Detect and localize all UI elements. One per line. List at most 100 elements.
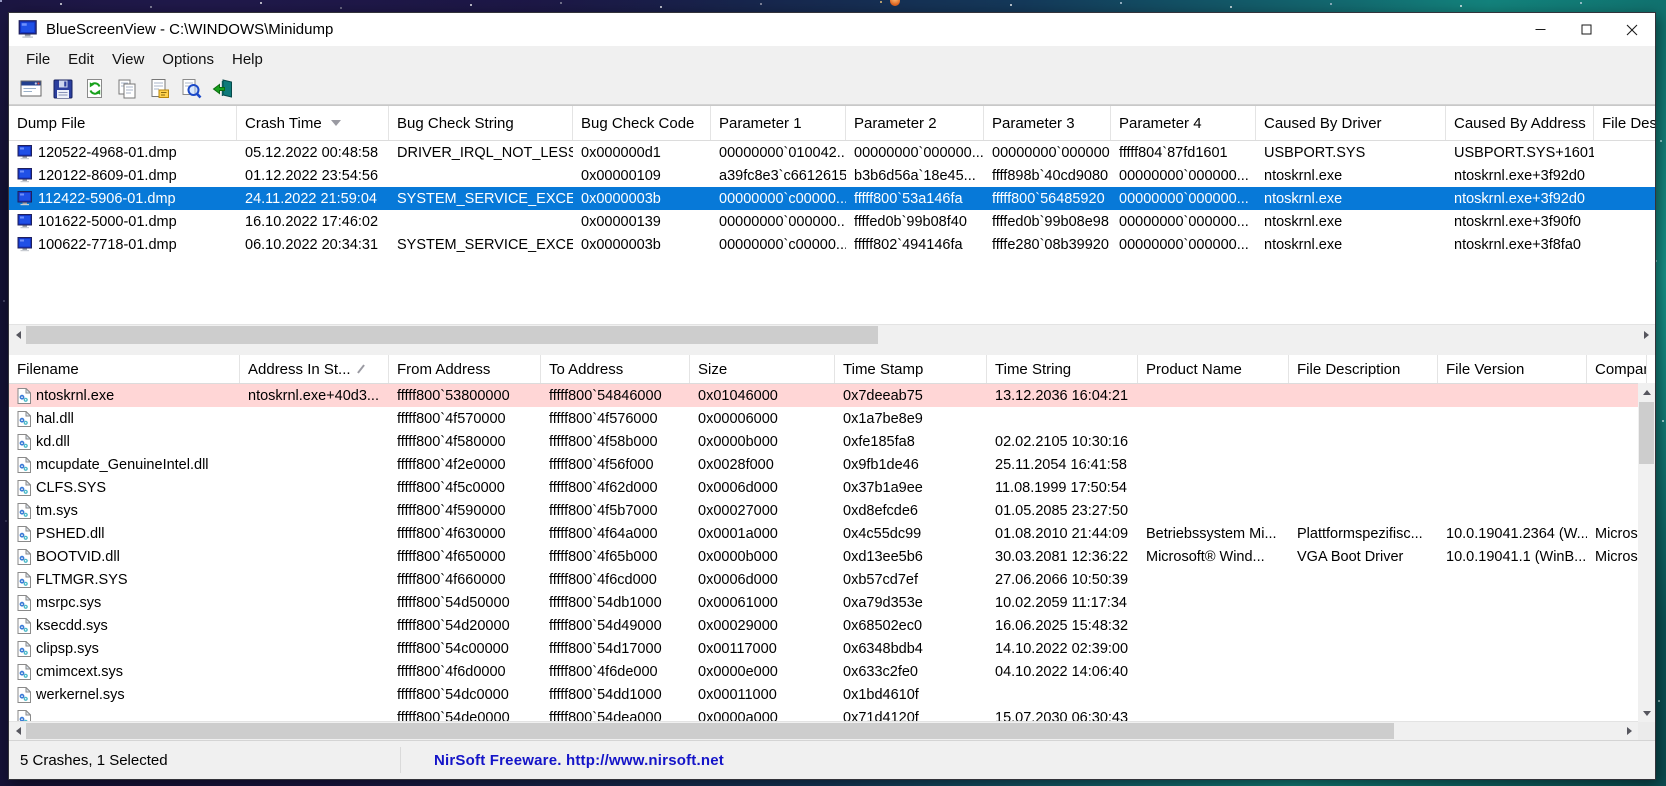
column-header-caused-by-address[interactable]: Caused By Address bbox=[1446, 106, 1594, 140]
menu-item-file[interactable]: File bbox=[17, 48, 59, 71]
dump-file-icon bbox=[17, 237, 33, 252]
lower-vscroll-thumb[interactable] bbox=[1639, 402, 1654, 464]
column-header-from-address[interactable]: From Address bbox=[389, 355, 541, 383]
table-row[interactable]: BOOTVID.dll fffff800`4f650000 fffff800`4f6… bbox=[9, 545, 1655, 568]
column-header-parameter-4[interactable]: Parameter 4 bbox=[1111, 106, 1256, 140]
column-header-product-name[interactable]: Product Name bbox=[1138, 355, 1289, 383]
cell-product-name bbox=[1138, 407, 1289, 430]
minimize-button[interactable] bbox=[1517, 13, 1563, 46]
menu-item-help[interactable]: Help bbox=[223, 48, 272, 71]
table-row[interactable]: 101622-5000-01.dmp 16.10.2022 17:46:02 0x0… bbox=[9, 210, 1655, 233]
cell-text: fffff800`4f630000 bbox=[397, 525, 506, 542]
column-header-parameter-2[interactable]: Parameter 2 bbox=[846, 106, 984, 140]
table-row[interactable]: 120522-4968-01.dmp 05.12.2022 00:48:58 DRI… bbox=[9, 141, 1655, 164]
column-header-file-description[interactable]: File Description bbox=[1594, 106, 1655, 140]
column-label: From Address bbox=[397, 360, 491, 378]
column-header-dump-file[interactable]: Dump File bbox=[9, 106, 237, 140]
cell-filename: hal.dll bbox=[9, 407, 240, 430]
column-header-time-stamp[interactable]: Time Stamp bbox=[835, 355, 987, 383]
cell-time-string: 13.12.2036 16:04:21 bbox=[987, 384, 1138, 407]
cell-file-description bbox=[1594, 187, 1655, 210]
nirsoft-link[interactable]: NirSoft Freeware. http://www.nirsoft.net bbox=[434, 752, 724, 769]
cell-text: 00000000`000000... bbox=[1119, 213, 1249, 230]
cell-text: 0x0000b000 bbox=[698, 433, 778, 450]
cell-from-address: fffff800`54c00000 bbox=[389, 637, 541, 660]
properties-button[interactable] bbox=[146, 76, 172, 102]
column-header-company[interactable]: Company bbox=[1587, 355, 1647, 383]
pane-splitter[interactable] bbox=[9, 345, 1655, 355]
maximize-button[interactable] bbox=[1563, 13, 1609, 46]
column-header-bug-check-code[interactable]: Bug Check Code bbox=[573, 106, 711, 140]
table-row[interactable]: cmimcext.sys fffff800`4f6d0000 fffff800`4f… bbox=[9, 660, 1655, 683]
column-header-parameter-1[interactable]: Parameter 1 bbox=[711, 106, 846, 140]
scroll-down-icon[interactable] bbox=[1638, 705, 1655, 722]
column-header-file-version[interactable]: File Version bbox=[1438, 355, 1587, 383]
lower-horizontal-scrollbar[interactable] bbox=[9, 721, 1638, 740]
cell-time-stamp: 0x633c2fe0 bbox=[835, 660, 987, 683]
cell-parameter-4: 00000000`000000... bbox=[1111, 164, 1256, 187]
copy-button[interactable] bbox=[114, 76, 140, 102]
cell-filename: msrpc.sys bbox=[9, 591, 240, 614]
table-row[interactable]: clipsp.sys fffff800`54c00000 fffff800`54d1… bbox=[9, 637, 1655, 660]
lower-hscroll-thumb[interactable] bbox=[26, 723, 1394, 739]
column-header-address-in-st[interactable]: Address In St... bbox=[240, 355, 389, 383]
upper-horizontal-scrollbar[interactable] bbox=[9, 324, 1655, 345]
column-header-bug-check-string[interactable]: Bug Check String bbox=[389, 106, 573, 140]
column-header-to-address[interactable]: To Address bbox=[541, 355, 690, 383]
table-row[interactable]: werkernel.sys fffff800`54dc0000 fffff800`5… bbox=[9, 683, 1655, 706]
table-row[interactable]: fffff800`54de0000 fffff800`54dea000 0x0000… bbox=[9, 706, 1655, 722]
cell-text: fffff800`53a146fa bbox=[854, 190, 963, 207]
table-row[interactable]: 100622-7718-01.dmp 06.10.2022 20:34:31 SYS… bbox=[9, 233, 1655, 256]
table-row[interactable]: ksecdd.sys fffff800`54d20000 fffff800`54d4… bbox=[9, 614, 1655, 637]
column-label: Company bbox=[1595, 360, 1646, 378]
menu-item-options[interactable]: Options bbox=[153, 48, 223, 71]
table-row[interactable]: ntoskrnl.exe ntoskrnl.exe+40d3... fffff800… bbox=[9, 384, 1655, 407]
column-header-caused-by-driver[interactable]: Caused By Driver bbox=[1256, 106, 1446, 140]
table-row[interactable]: 112422-5906-01.dmp 24.11.2022 21:59:04 SYS… bbox=[9, 187, 1655, 210]
cell-from-address: fffff800`54d20000 bbox=[389, 614, 541, 637]
table-row[interactable]: CLFS.SYS fffff800`4f5c0000 fffff800`4f62d0… bbox=[9, 476, 1655, 499]
cell-text: 10.0.19041.1 (WinB... bbox=[1446, 548, 1587, 565]
cell-to-address: fffff800`54d49000 bbox=[541, 614, 690, 637]
save-button[interactable] bbox=[50, 76, 76, 102]
scroll-right-icon[interactable] bbox=[1638, 325, 1655, 345]
table-row[interactable]: FLTMGR.SYS fffff800`4f660000 fffff800`4f6c… bbox=[9, 568, 1655, 591]
cell-text: 01.12.2022 23:54:56 bbox=[245, 167, 379, 184]
table-body: ntoskrnl.exe ntoskrnl.exe+40d3... fffff800… bbox=[9, 384, 1655, 722]
column-header-filename[interactable]: Filename bbox=[9, 355, 240, 383]
table-row[interactable]: hal.dll fffff800`4f570000 fffff800`4f57600… bbox=[9, 407, 1655, 430]
menu-item-view[interactable]: View bbox=[103, 48, 153, 71]
table-row[interactable]: 120122-8609-01.dmp 01.12.2022 23:54:56 0x0… bbox=[9, 164, 1655, 187]
title-bar[interactable]: BlueScreenView - C:\WINDOWS\Minidump bbox=[9, 13, 1655, 46]
cell-crash-time: 16.10.2022 17:46:02 bbox=[237, 210, 389, 233]
table-row[interactable]: tm.sys fffff800`4f590000 fffff800`4f5b7000… bbox=[9, 499, 1655, 522]
table-row[interactable]: msrpc.sys fffff800`54d50000 fffff800`54db1… bbox=[9, 591, 1655, 614]
refresh-button[interactable] bbox=[82, 76, 108, 102]
table-row[interactable]: kd.dll fffff800`4f580000 fffff800`4f58b000… bbox=[9, 430, 1655, 453]
column-header-parameter-3[interactable]: Parameter 3 bbox=[984, 106, 1111, 140]
scroll-left-icon[interactable] bbox=[9, 325, 26, 345]
close-button[interactable] bbox=[1609, 13, 1655, 46]
table-row[interactable]: PSHED.dll fffff800`4f630000 fffff800`4f64a… bbox=[9, 522, 1655, 545]
table-row[interactable]: mcupdate_GenuineIntel.dll fffff800`4f2e00… bbox=[9, 453, 1655, 476]
scroll-up-icon[interactable] bbox=[1638, 383, 1655, 400]
cell-dump-file: 120122-8609-01.dmp bbox=[9, 164, 237, 187]
cell-caused-by-address: USBPORT.SYS+1601 bbox=[1446, 141, 1594, 164]
cell-address-in-st bbox=[240, 568, 389, 591]
upper-hscroll-thumb[interactable] bbox=[26, 326, 878, 344]
cell-text: 10.0.19041.2364 (W... bbox=[1446, 525, 1587, 542]
column-header-time-string[interactable]: Time String bbox=[987, 355, 1138, 383]
column-header-crash-time[interactable]: Crash Time bbox=[237, 106, 389, 140]
find-button[interactable] bbox=[178, 76, 204, 102]
cell-text: ntoskrnl.exe bbox=[1264, 167, 1343, 184]
lower-vertical-scrollbar[interactable] bbox=[1638, 383, 1655, 722]
report-window-button[interactable] bbox=[18, 76, 44, 102]
scroll-right-icon[interactable] bbox=[1621, 722, 1638, 740]
column-header-size[interactable]: Size bbox=[690, 355, 835, 383]
exit-button[interactable] bbox=[210, 76, 236, 102]
column-header-file-description[interactable]: File Description bbox=[1289, 355, 1438, 383]
cell-text: 0x7deeab75 bbox=[843, 387, 923, 404]
scroll-left-icon[interactable] bbox=[9, 722, 26, 740]
cell-text: 0x37b1a9ee bbox=[843, 479, 923, 496]
menu-item-edit[interactable]: Edit bbox=[59, 48, 103, 71]
